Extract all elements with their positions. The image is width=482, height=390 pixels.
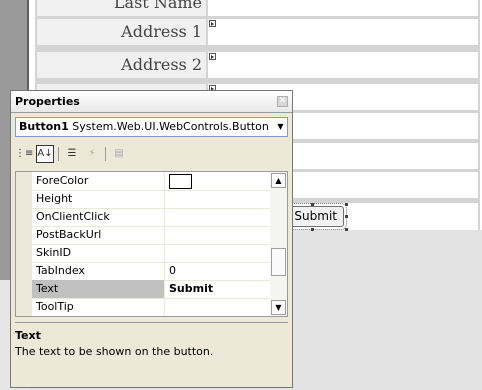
property-grid-scrollbar[interactable]: ▲ ▼ — [270, 172, 287, 316]
properties-window: Properties ✕ Button1 System.Web.UI.WebCo… — [10, 90, 293, 388]
property-name: ForeColor — [36, 174, 89, 187]
address-2-textbox[interactable] — [208, 52, 478, 78]
resize-handle[interactable] — [345, 228, 348, 231]
form-row-last-name: Last Name — [35, 0, 480, 16]
property-name: PostBackUrl — [36, 228, 102, 241]
property-name: TabIndex — [36, 264, 85, 277]
selected-object-type: System.Web.UI.WebControls.Button — [72, 120, 269, 133]
property-name: ToolTip — [36, 300, 74, 313]
property-row[interactable]: OnClientClick — [32, 208, 271, 227]
property-value[interactable] — [164, 244, 271, 262]
property-name: OnClientClick — [36, 210, 110, 223]
address-1-textbox[interactable] — [208, 19, 478, 45]
resize-handle[interactable] — [345, 203, 348, 206]
property-row-selected[interactable]: Text Submit — [32, 280, 271, 299]
resize-handle[interactable] — [311, 203, 314, 206]
property-row[interactable]: ForeColor — [32, 172, 271, 191]
properties-title: Properties — [15, 95, 80, 108]
property-pages-icon[interactable]: ▤ — [110, 145, 128, 163]
property-value[interactable]: 0 — [164, 262, 271, 280]
object-selector-dropdown[interactable]: Button1 System.Web.UI.WebControls.Button… — [15, 117, 288, 137]
resize-handle[interactable] — [311, 228, 314, 231]
property-row[interactable]: Height — [32, 190, 271, 209]
scroll-up-icon[interactable]: ▲ — [271, 173, 286, 188]
address-1-label: Address 1 — [37, 19, 206, 45]
property-row[interactable]: SkinID — [32, 244, 271, 263]
toolbar-separator — [105, 147, 106, 161]
form-row-address-1: Address 1 — [35, 19, 480, 45]
properties-title-bar[interactable]: Properties ✕ — [11, 91, 292, 113]
server-control-tag-icon — [209, 53, 216, 60]
toolbar-separator — [58, 147, 59, 161]
property-grid-gutter — [16, 172, 32, 316]
property-name: Height — [36, 192, 73, 205]
events-icon[interactable]: ⚡ — [83, 145, 101, 163]
property-row[interactable]: TabIndex 0 — [32, 262, 271, 281]
scroll-down-icon[interactable]: ▼ — [271, 300, 286, 315]
address-2-label: Address 2 — [37, 52, 206, 78]
properties-icon[interactable]: ☰ — [63, 145, 81, 163]
resize-handle[interactable] — [345, 215, 348, 218]
server-control-tag-icon — [209, 20, 216, 27]
submit-button-label: Submit — [294, 209, 337, 223]
selected-object-name: Button1 — [19, 120, 69, 133]
property-name: Text — [32, 280, 164, 298]
properties-toolbar: ⋮≡ A↓ ☰ ⚡ ▤ — [15, 142, 288, 166]
property-value[interactable] — [164, 298, 271, 316]
description-text: The text to be shown on the button. — [15, 345, 214, 358]
property-value[interactable] — [164, 190, 271, 208]
chevron-down-icon[interactable]: ▼ — [274, 118, 287, 136]
property-description-panel: Text The text to be shown on the button. — [15, 322, 288, 385]
form-row-address-2: Address 2 — [35, 52, 480, 78]
last-name-label: Last Name — [37, 0, 206, 16]
description-title: Text — [15, 329, 41, 342]
color-swatch — [169, 174, 192, 189]
property-row[interactable]: ToolTip — [32, 298, 271, 316]
property-value[interactable] — [164, 172, 271, 190]
property-value[interactable] — [164, 226, 271, 244]
property-grid: ForeColor Height OnClientClick PostBackU… — [15, 171, 288, 317]
property-name: SkinID — [36, 246, 72, 259]
property-value[interactable]: Submit — [164, 280, 271, 298]
alphabetical-sort-icon[interactable]: A↓ — [36, 145, 54, 163]
close-icon[interactable]: ✕ — [277, 96, 288, 107]
last-name-textbox[interactable] — [208, 0, 478, 16]
categorized-icon[interactable]: ⋮≡ — [15, 145, 33, 163]
property-row[interactable]: PostBackUrl — [32, 226, 271, 245]
property-value[interactable] — [164, 208, 271, 226]
scrollbar-thumb[interactable] — [271, 248, 286, 276]
